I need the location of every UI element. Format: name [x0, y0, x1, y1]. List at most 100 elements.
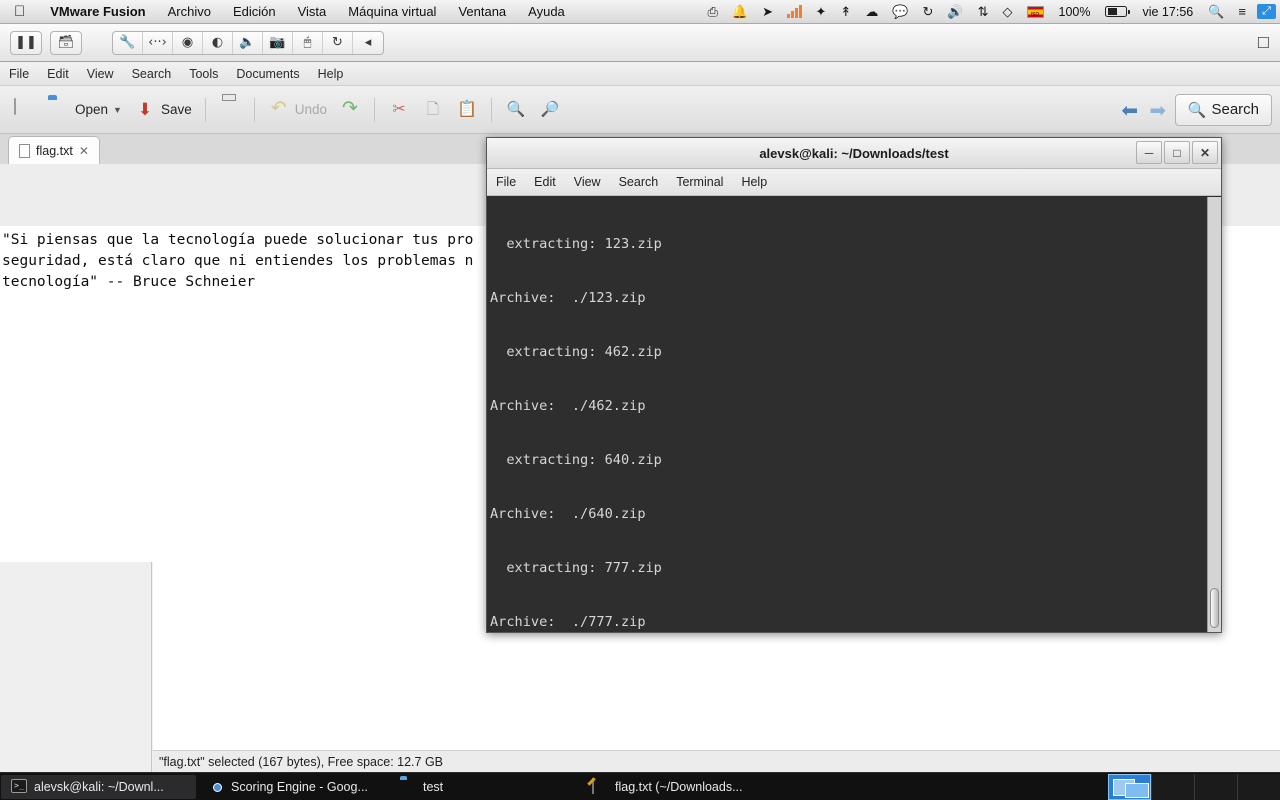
text-file-icon — [19, 144, 30, 158]
vm-snapshot-group: 🗃 — [50, 31, 82, 55]
scissors-icon: ✂ — [388, 99, 410, 121]
new-document-button[interactable] — [8, 95, 42, 125]
terminal-window: alevsk@kali: ~/Downloads/test ─ □ ✕ File… — [486, 137, 1222, 633]
menu-edicion[interactable]: Edición — [222, 4, 287, 19]
terminal-menu-file[interactable]: File — [487, 175, 525, 189]
collapse-arrow-icon[interactable]: ◂ — [353, 32, 383, 54]
terminal-line: extracting: 462.zip — [490, 343, 1207, 361]
network-icon[interactable]: ‹··› — [143, 32, 173, 54]
settings-wrench-icon[interactable]: 🔧 — [113, 32, 143, 54]
close-icon[interactable]: ✕ — [79, 144, 89, 158]
input-source-flag-icon[interactable] — [1020, 6, 1051, 18]
spotlight-search-icon[interactable]: 🔍 — [1201, 5, 1231, 18]
workspace-1[interactable] — [1108, 774, 1151, 800]
menu-vista[interactable]: Vista — [287, 4, 338, 19]
terminal-line: extracting: 777.zip — [490, 559, 1207, 577]
camera-icon[interactable]: ◐ — [203, 32, 233, 54]
taskbar-item-chrome[interactable]: Scoring Engine - Goog... — [198, 775, 388, 799]
gedit-menu-documents[interactable]: Documents — [227, 67, 308, 81]
taskbar: >_ alevsk@kali: ~/Downl... Scoring Engin… — [0, 772, 1280, 800]
cut-button[interactable]: ✂ — [382, 95, 416, 125]
terminal-menu-search[interactable]: Search — [610, 175, 668, 189]
clipboard-icon: 📋 — [456, 99, 478, 121]
bluetooth-icon[interactable]: ⇅ — [971, 5, 996, 18]
workspace-4[interactable] — [1237, 774, 1280, 800]
tab-label: flag.txt — [36, 144, 73, 158]
back-arrow-icon[interactable]: ⬅ — [1119, 99, 1141, 121]
snapshot-icon[interactable]: 🗃 — [51, 32, 81, 54]
speech-bubble-icon[interactable]: 💬 — [885, 5, 915, 18]
gedit-menu-tools[interactable]: Tools — [180, 67, 227, 81]
redo-button[interactable]: ↷ — [333, 95, 367, 125]
terminal-body[interactable]: extracting: 123.zip Archive: ./123.zip e… — [487, 197, 1221, 632]
terminal-menu-help[interactable]: Help — [732, 175, 776, 189]
sync-icon[interactable]: ↻ — [323, 32, 353, 54]
chevron-down-icon[interactable]: ▼ — [113, 105, 122, 115]
dropbox-icon[interactable]: ✦ — [809, 5, 834, 18]
save-button[interactable]: ⬇ Save — [128, 95, 198, 125]
window-controls: ─ □ ✕ — [1136, 141, 1218, 164]
search-button[interactable]: 🔍 Search — [1175, 94, 1272, 126]
replace-button[interactable]: 🔎 — [533, 95, 567, 125]
new-document-icon — [14, 99, 36, 121]
usb-mouse-icon[interactable]: 🖱 — [293, 32, 323, 54]
apple-logo-icon[interactable]:  — [14, 4, 25, 19]
terminal-title-bar[interactable]: alevsk@kali: ~/Downloads/test ─ □ ✕ — [487, 138, 1221, 169]
menu-ventana[interactable]: Ventana — [447, 4, 517, 19]
menu-ayuda[interactable]: Ayuda — [517, 4, 576, 19]
scrollbar-thumb[interactable] — [1210, 588, 1219, 628]
battery-icon[interactable] — [1098, 6, 1134, 17]
terminal-menu-view[interactable]: View — [565, 175, 610, 189]
gedit-menu-search[interactable]: Search — [123, 67, 181, 81]
tab-flag-txt[interactable]: flag.txt ✕ — [8, 136, 100, 164]
close-icon[interactable]: ✕ — [1192, 141, 1218, 164]
copy-button[interactable]: 🗋 — [416, 95, 450, 125]
menu-maquina-virtual[interactable]: Máquina virtual — [337, 4, 447, 19]
gedit-menu-file[interactable]: File — [0, 67, 38, 81]
harddisk-icon[interactable]: ◉ — [173, 32, 203, 54]
workspace-3[interactable] — [1194, 774, 1237, 800]
taskbar-item-terminal[interactable]: >_ alevsk@kali: ~/Downl... — [1, 775, 196, 799]
terminal-scrollbar[interactable] — [1207, 197, 1221, 632]
paste-button[interactable]: 📋 — [450, 95, 484, 125]
undo-button[interactable]: ↶ Undo — [262, 95, 333, 125]
exit-fullscreen-icon[interactable]: ⤢ — [1257, 4, 1276, 19]
file-manager-sidebar[interactable] — [0, 562, 152, 772]
volume-icon[interactable]: 🔊 — [940, 5, 970, 18]
terminal-output[interactable]: extracting: 123.zip Archive: ./123.zip e… — [487, 197, 1207, 632]
shield-icon[interactable]: ◇ — [996, 5, 1020, 18]
folder-open-icon — [48, 99, 70, 121]
terminal-menu-terminal[interactable]: Terminal — [667, 175, 732, 189]
taskbar-item-file-manager[interactable]: test — [390, 775, 580, 799]
pause-icon[interactable]: ❚❚ — [11, 32, 41, 54]
cloud-icon[interactable]: ☁ — [858, 5, 885, 18]
signal-bars-icon[interactable] — [780, 5, 809, 18]
menu-archivo[interactable]: Archivo — [157, 4, 222, 19]
bell-icon[interactable]: 🔔 — [725, 5, 755, 18]
screen-share-icon[interactable]: ⎙ — [701, 5, 725, 18]
find-button[interactable]: 🔍 — [499, 95, 533, 125]
minimize-icon[interactable]: ─ — [1136, 141, 1162, 164]
terminal-line: Archive: ./640.zip — [490, 505, 1207, 523]
open-button[interactable]: Open ▼ — [42, 95, 128, 125]
notification-center-icon[interactable]: ≡ — [1231, 5, 1253, 18]
terminal-line: extracting: 640.zip — [490, 451, 1207, 469]
tree-icon[interactable]: ↟ — [833, 5, 858, 18]
sound-icon[interactable]: 🔈 — [233, 32, 263, 54]
taskbar-item-gedit[interactable]: flag.txt (~/Downloads... — [582, 775, 782, 799]
terminal-menu-edit[interactable]: Edit — [525, 175, 565, 189]
forward-arrow-icon[interactable]: ➡ — [1147, 99, 1169, 121]
gedit-menu-help[interactable]: Help — [309, 67, 353, 81]
document-line-2: seguridad, está claro que ni entiendes l… — [2, 253, 473, 269]
time-machine-icon[interactable]: ↻ — [916, 5, 941, 18]
location-icon[interactable]: ➤ — [755, 5, 780, 18]
menu-app-name[interactable]: VMware Fusion — [39, 4, 156, 19]
print-button[interactable] — [213, 95, 247, 125]
window-icon[interactable]: ☐ — [1257, 34, 1270, 52]
workspace-2[interactable] — [1151, 774, 1194, 800]
gedit-menu-view[interactable]: View — [78, 67, 123, 81]
screenshot-icon[interactable]: 📷 — [263, 32, 293, 54]
clock-label[interactable]: vie 17:56 — [1134, 5, 1201, 19]
maximize-icon[interactable]: □ — [1164, 141, 1190, 164]
gedit-menu-edit[interactable]: Edit — [38, 67, 78, 81]
